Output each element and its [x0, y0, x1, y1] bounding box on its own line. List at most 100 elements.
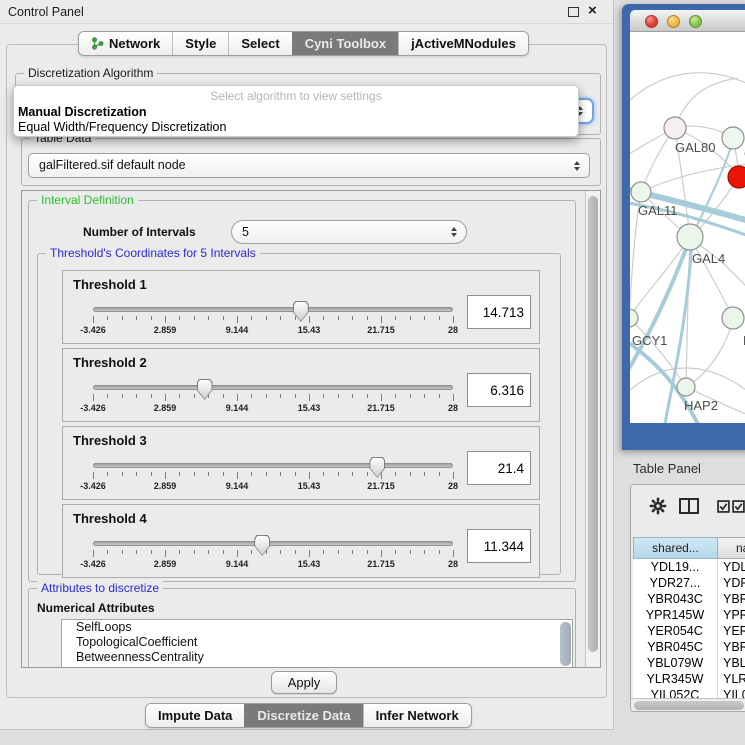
- attribute-list-item[interactable]: BetweennessCentrality: [62, 650, 572, 665]
- tick-mark: [323, 316, 324, 320]
- settings-gear-icon[interactable]: [649, 497, 667, 520]
- group-title-discretization-algorithm: Discretization Algorithm: [24, 66, 157, 80]
- table-data-value: galFiltered.sif default node: [39, 158, 186, 172]
- tab-impute-data[interactable]: Impute Data: [146, 704, 244, 727]
- zoom-traffic-light-icon[interactable]: [689, 15, 702, 28]
- cell-shared-name: YBR043C: [633, 591, 718, 607]
- threshold-4-value-field[interactable]: [467, 529, 531, 563]
- checkbox-column-icon[interactable]: [732, 500, 745, 513]
- table-row[interactable]: YBR045CYBR0: [633, 639, 745, 655]
- number-of-intervals-spinner[interactable]: 5: [231, 220, 467, 244]
- tick-mark: [151, 472, 152, 476]
- apply-button[interactable]: Apply: [271, 671, 337, 694]
- tick-mark: [237, 394, 238, 401]
- threshold-3-value-field[interactable]: [467, 451, 531, 485]
- tab-network[interactable]: Network: [79, 32, 172, 55]
- tick-mark: [424, 316, 425, 320]
- tick-mark: [295, 394, 296, 398]
- network-node[interactable]: [631, 182, 651, 202]
- dropdown-option-manual-discretization[interactable]: Manual Discretization: [18, 105, 147, 119]
- tick-mark: [309, 472, 310, 479]
- group-title-attributes: Attributes to discretize: [37, 581, 163, 595]
- network-node[interactable]: [677, 378, 695, 396]
- network-node[interactable]: [664, 117, 686, 139]
- tick-mark: [208, 550, 209, 554]
- tick-mark: [208, 316, 209, 320]
- tick-mark: [151, 316, 152, 320]
- group-title-interval-definition: Interval Definition: [37, 193, 138, 207]
- tick-mark: [107, 394, 108, 398]
- table-row[interactable]: YBR043CYBR0: [633, 591, 745, 607]
- tick-mark: [453, 316, 454, 323]
- attribute-list-item[interactable]: TopologicalCoefficient: [62, 635, 572, 650]
- table-row[interactable]: YDL19...YDL1: [633, 559, 745, 575]
- threshold-2-box: Threshold 2 -3.4262.8599.14415.4321.7152…: [62, 348, 540, 422]
- list-scrollbar[interactable]: [560, 622, 571, 666]
- tick-mark: [395, 316, 396, 320]
- network-node[interactable]: [722, 127, 744, 149]
- attribute-list-item[interactable]: SelfLoops: [62, 620, 572, 635]
- tick-mark: [424, 550, 425, 554]
- table-data-group: Table Data galFiltered.sif default node: [21, 138, 601, 186]
- tick-mark: [453, 394, 454, 401]
- tick-label: 21.715: [359, 403, 403, 413]
- horizontal-scrollbar[interactable]: [631, 698, 745, 711]
- vertical-scrollbar-thumb[interactable]: [588, 196, 598, 652]
- network-node[interactable]: [630, 309, 638, 327]
- dropdown-option-equal-width-frequency[interactable]: Equal Width/Frequency Discretization: [18, 120, 226, 134]
- horizontal-scrollbar-thumb[interactable]: [634, 701, 744, 710]
- tick-label: 9.144: [215, 325, 259, 335]
- checkbox-column-icon[interactable]: [717, 500, 730, 513]
- table-row[interactable]: YDR27...YDR2: [633, 575, 745, 591]
- tick-mark: [381, 472, 382, 479]
- tick-label: 2.859: [143, 559, 187, 569]
- slider-track[interactable]: [93, 307, 453, 312]
- split-columns-icon[interactable]: [679, 498, 699, 519]
- tick-mark: [439, 316, 440, 320]
- tick-label: 2.859: [143, 481, 187, 491]
- table-row[interactable]: YPR145WYPR1: [633, 607, 745, 623]
- network-node[interactable]: [722, 307, 744, 329]
- network-node[interactable]: [728, 166, 745, 188]
- table-row[interactable]: YLR345WYLR3: [633, 671, 745, 687]
- table-panel-title: Table Panel: [633, 461, 701, 476]
- tab-select[interactable]: Select: [228, 32, 291, 55]
- threshold-1-value-field[interactable]: [467, 295, 531, 329]
- table-data-select[interactable]: galFiltered.sif default node: [28, 153, 590, 178]
- slider-track[interactable]: [93, 385, 453, 390]
- column-header-name[interactable]: na: [718, 537, 745, 559]
- slider-track[interactable]: [93, 541, 453, 546]
- tick-label: 15.43: [287, 325, 331, 335]
- column-header-shared-name[interactable]: shared...: [633, 537, 718, 559]
- network-window-titlebar[interactable]: [630, 10, 745, 32]
- tab-discretize-data[interactable]: Discretize Data: [244, 704, 362, 727]
- tick-label: 21.715: [359, 481, 403, 491]
- network-node[interactable]: [677, 224, 703, 250]
- threshold-2-value-field[interactable]: [467, 373, 531, 407]
- tab-infer-network[interactable]: Infer Network: [363, 704, 471, 727]
- close-traffic-light-icon[interactable]: [645, 15, 658, 28]
- vertical-scrollbar[interactable]: [585, 191, 600, 667]
- minimize-traffic-light-icon[interactable]: [667, 15, 680, 28]
- close-icon[interactable]: ×: [588, 2, 597, 20]
- tab-style[interactable]: Style: [172, 32, 228, 55]
- slider-track[interactable]: [93, 463, 453, 468]
- tab-jactivemnodules[interactable]: jActiveMNodules: [398, 32, 528, 55]
- tick-mark: [424, 394, 425, 398]
- network-canvas[interactable]: GAL80 G C GAL11 GAL4 GCY1 H HAP2: [630, 32, 745, 423]
- slider-ticks: [93, 472, 453, 480]
- threshold-2-slider: -3.4262.8599.14415.4321.71528: [93, 381, 453, 419]
- tick-mark: [381, 550, 382, 557]
- tick-mark: [223, 316, 224, 320]
- threshold-3-slider: -3.4262.8599.14415.4321.71528: [93, 459, 453, 497]
- control-panel-titlebar: Control Panel ×: [0, 0, 613, 24]
- slider-scale: -3.4262.8599.14415.4321.71528: [93, 325, 453, 336]
- table-row[interactable]: YER054CYER0: [633, 623, 745, 639]
- tick-label: 15.43: [287, 559, 331, 569]
- table-row[interactable]: YBL079WYBL0: [633, 655, 745, 671]
- float-window-icon[interactable]: [568, 7, 579, 17]
- tick-mark: [179, 472, 180, 476]
- tab-network-label: Network: [109, 32, 160, 55]
- tick-mark: [223, 550, 224, 554]
- tab-cyni-toolbox[interactable]: Cyni Toolbox: [292, 32, 398, 55]
